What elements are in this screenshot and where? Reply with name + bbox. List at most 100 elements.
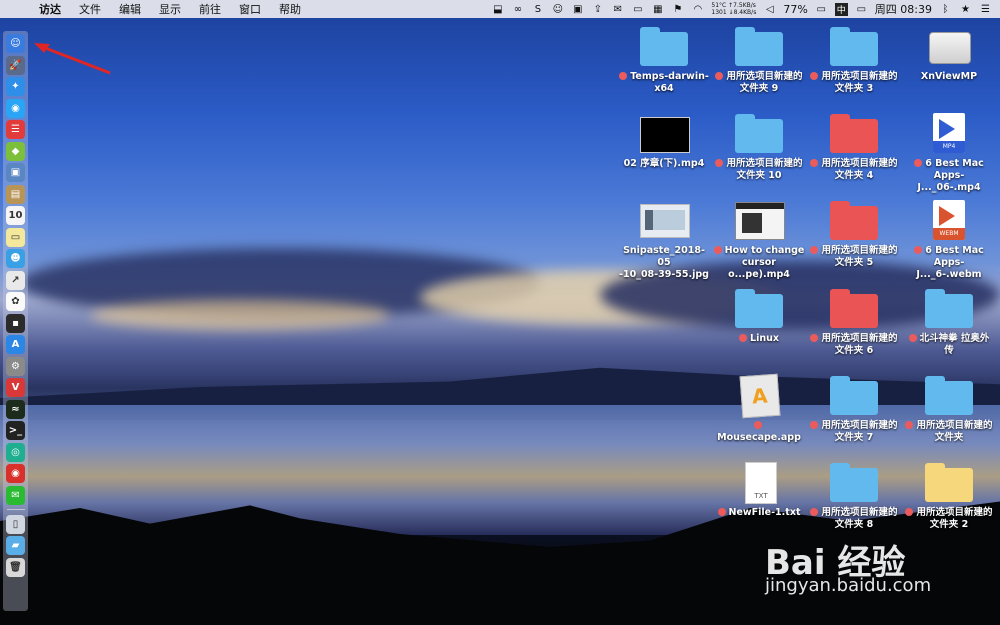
desktop-item-label: 用所选项目新建的 文件夹 5 — [808, 245, 900, 269]
mousecape-app[interactable]: Mousecape.app — [713, 373, 805, 444]
folder-new-plain[interactable]: 用所选项目新建的 文件夹 — [903, 375, 995, 444]
menu-bar: 访达 文件 编辑 显示 前往 窗口 帮助 ⬓ ∞ S ☺ ▣ ⇪ ✉ ▭ ▦ ⚑… — [0, 0, 1000, 18]
preview-icon[interactable]: ▣ — [6, 163, 25, 182]
bluetooth-icon[interactable]: ᛒ — [939, 4, 952, 15]
menu-go[interactable]: 前往 — [199, 1, 221, 17]
desktop-item-label: Linux — [713, 333, 805, 345]
activity-monitor-icon[interactable]: ≈ — [6, 399, 25, 419]
wifi-icon[interactable]: ◠ — [691, 4, 704, 15]
input-method-indicator[interactable]: 中 — [834, 2, 848, 16]
mp4-file-icon: MP4 — [925, 113, 973, 155]
desktop-item-label: 用所选项目新建的 文件夹 4 — [808, 158, 900, 182]
folder-new-6[interactable]: 用所选项目新建的 文件夹 6 — [808, 288, 900, 357]
clock[interactable]: 周四 08:39 — [875, 1, 932, 17]
snipaste-jpg[interactable]: Snipaste_2018-05 -10_08-39-55.jpg — [618, 200, 710, 281]
system-stats[interactable]: 51°C ↑7.5KB/s 1301 ↓8.4KB/s — [711, 2, 756, 16]
folder-new-8[interactable]: 用所选项目新建的 文件夹 8 — [808, 462, 900, 531]
android-icon[interactable]: ◆ — [6, 141, 25, 161]
calendar-app-icon[interactable]: ☰ — [6, 120, 25, 139]
wallpaper-sunglow — [90, 300, 390, 330]
mp4-best-mac[interactable]: MP4 6 Best Mac Apps- J..._06-.mp4 — [903, 113, 995, 194]
wechat-icon[interactable]: ✉ — [6, 485, 25, 505]
toggle-icon[interactable]: ⬓ — [491, 4, 504, 15]
menu-finder[interactable]: 访达 — [39, 1, 61, 17]
folder-new-2[interactable]: 用所选项目新建的 文件夹 2 — [903, 462, 995, 531]
maps-icon[interactable]: ↗ — [6, 270, 25, 290]
folder-beidou[interactable]: 北斗神拳 拉奥外传 — [903, 288, 995, 357]
terminal-icon[interactable]: >_ — [6, 421, 25, 440]
xnviewmp-drive[interactable]: XnViewMP — [903, 26, 995, 83]
safari-icon[interactable]: ✦ — [6, 77, 25, 96]
launchpad-icon[interactable]: 🚀 — [6, 55, 25, 75]
battery-app-icon[interactable]: ▭ — [631, 4, 644, 15]
red-tag-icon — [715, 72, 724, 80]
desktop-item-label: 用所选项目新建的 文件夹 2 — [903, 507, 995, 531]
dock-separator — [6, 509, 25, 510]
menu-file[interactable]: 文件 — [79, 1, 101, 17]
glasses-icon[interactable]: ∞ — [511, 4, 524, 15]
folder-new-7[interactable]: 用所选项目新建的 文件夹 7 — [808, 375, 900, 444]
webm-best-mac[interactable]: WEBM 6 Best Mac Apps- J..._6-.webm — [903, 200, 995, 281]
newfile-txt[interactable]: TXT NewFile-1.txt — [713, 462, 805, 519]
folder-new-10[interactable]: 用所选项目新建的 文件夹 10 — [713, 113, 805, 182]
star-icon[interactable]: ★ — [959, 4, 972, 15]
webm-file-icon: WEBM — [925, 200, 973, 242]
menu-help[interactable]: 帮助 — [279, 1, 301, 17]
system-preferences-icon[interactable]: ⚙ — [6, 356, 25, 376]
notes-brown-icon[interactable]: ▤ — [6, 184, 25, 204]
desktop-item-label: NewFile-1.txt — [713, 507, 805, 519]
menu-window[interactable]: 窗口 — [239, 1, 261, 17]
user-badge-icon[interactable]: ☺ — [551, 4, 564, 15]
vivaldi-icon[interactable]: V — [6, 378, 25, 397]
wechat-status-icon[interactable]: ✉ — [611, 4, 624, 15]
notification-center-icon[interactable]: ☰ — [979, 4, 992, 15]
grid-app-icon[interactable]: ▦ — [651, 4, 664, 15]
contacts-icon[interactable]: ☻ — [6, 249, 25, 268]
folder-icon — [735, 113, 783, 155]
photos-icon[interactable]: ✿ — [6, 292, 25, 311]
menu-edit[interactable]: 编辑 — [119, 1, 141, 17]
battery-percent[interactable]: 77% — [783, 3, 807, 16]
red-tag-icon — [715, 159, 724, 167]
qq-browser-icon[interactable]: ◉ — [6, 98, 25, 118]
desktop-item-label: Temps-darwin-x64 — [618, 71, 710, 95]
folder-icon — [925, 462, 973, 504]
folder-linux[interactable]: Linux — [713, 288, 805, 345]
how-to-change-cursor[interactable]: How to change cursor o...pe).mp4 — [713, 200, 805, 281]
downloads-folder-icon[interactable]: ▰ — [6, 536, 25, 555]
volume-icon[interactable]: ◁ — [763, 4, 776, 15]
display-icon[interactable]: ▭ — [855, 4, 868, 15]
image-thumbnail-icon — [640, 200, 690, 242]
desktop-item-label: 用所选项目新建的 文件夹 — [903, 420, 995, 444]
red-tag-icon — [905, 421, 914, 429]
netease-music-icon[interactable]: ◉ — [6, 464, 25, 483]
s-app-icon[interactable]: S — [531, 4, 544, 15]
calendar-icon[interactable]: 10 — [6, 206, 25, 225]
battery-icon[interactable]: ▭ — [815, 4, 828, 15]
stickies-icon[interactable]: ▭ — [6, 227, 25, 247]
desktop-item-label: 6 Best Mac Apps- J..._06-.mp4 — [903, 158, 995, 194]
folder-new-3[interactable]: 用所选项目新建的 文件夹 3 — [808, 26, 900, 95]
screen-share-icon[interactable]: ▣ — [571, 4, 584, 15]
video-02[interactable]: 02 序章(下).mp4 — [618, 113, 710, 170]
flag-icon[interactable]: ⚑ — [671, 4, 684, 15]
app-store-icon[interactable]: A — [6, 335, 25, 354]
folder-icon — [830, 200, 878, 242]
red-tag-icon — [717, 508, 726, 516]
upload-icon[interactable]: ⇪ — [591, 4, 604, 15]
terminal-dark-icon[interactable]: ▪ — [6, 313, 25, 333]
green-app-icon[interactable]: ◎ — [6, 442, 25, 462]
menu-view[interactable]: 显示 — [159, 1, 181, 17]
video-thumbnail-icon — [735, 200, 785, 242]
folder-new-9[interactable]: 用所选项目新建的 文件夹 9 — [713, 26, 805, 95]
red-tag-icon — [810, 334, 819, 342]
finder-icon[interactable]: ☺ — [6, 34, 25, 53]
folder-new-5[interactable]: 用所选项目新建的 文件夹 5 — [808, 200, 900, 269]
iphone-backup-icon[interactable]: ▯ — [6, 514, 25, 534]
folder-icon — [830, 462, 878, 504]
desktop-item-label: 用所选项目新建的 文件夹 6 — [808, 333, 900, 357]
folder-new-4[interactable]: 用所选项目新建的 文件夹 4 — [808, 113, 900, 182]
annotation-arrow — [34, 43, 111, 75]
trash-icon[interactable]: 🗑 — [6, 557, 25, 577]
folder-temps-darwin[interactable]: Temps-darwin-x64 — [618, 26, 710, 95]
